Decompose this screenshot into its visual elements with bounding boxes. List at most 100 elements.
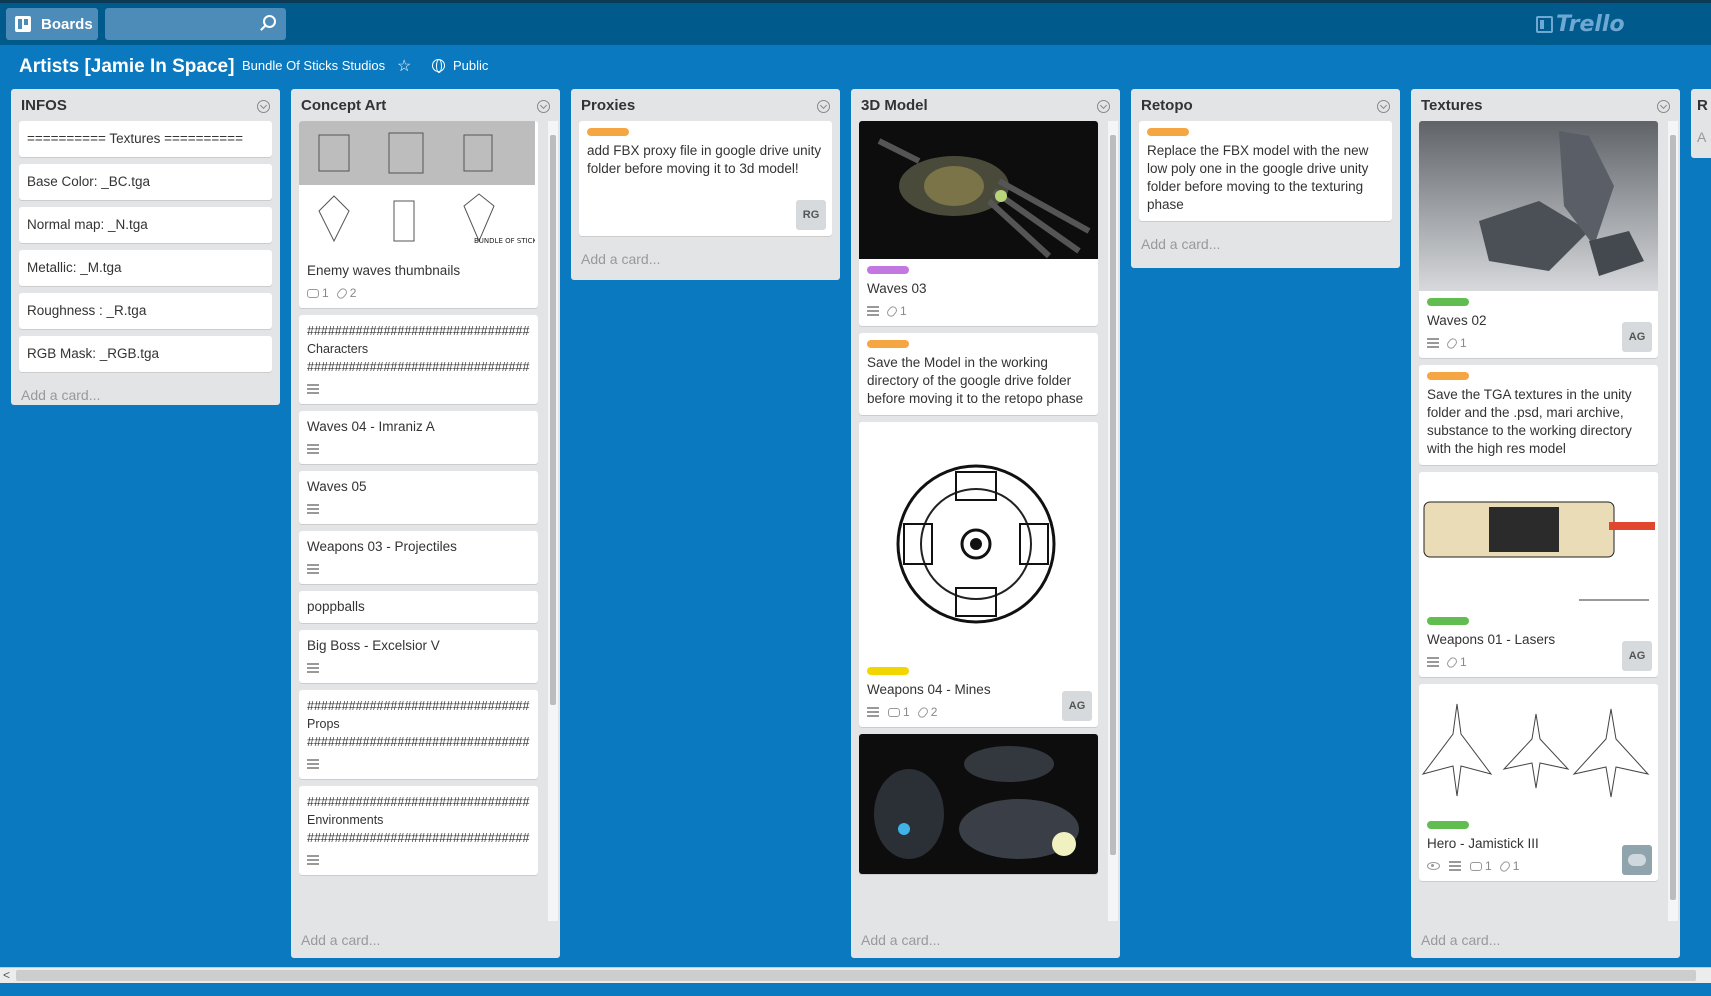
list-scrollbar[interactable] [1668,121,1678,921]
attachment-icon [885,304,899,318]
description-icon [1449,861,1461,871]
top-bar: Boards Trello [0,0,1711,45]
member-avatar[interactable]: RG [796,200,826,230]
list-title[interactable]: Retopo [1141,97,1193,114]
scroll-left-icon[interactable]: < [3,968,10,982]
list-card[interactable]: Big Boss - Excelsior V [299,630,538,683]
list-card[interactable]: add FBX proxy file in google drive unity… [579,121,832,236]
description-icon [867,306,879,316]
list-menu-icon[interactable] [1377,100,1390,113]
card-title: Waves 03 [867,281,927,296]
list-title[interactable]: 3D Model [861,97,928,114]
list-card[interactable]: Waves 05 [299,471,538,524]
list-card[interactable]: Waves 02 1 AG [1419,121,1658,358]
boards-icon [15,16,31,32]
list-card[interactable]: Roughness : _R.tga [19,293,272,329]
member-avatar-image[interactable] [1622,845,1652,875]
concept-sketch-image: BUNDLE OF STICKS [299,121,538,245]
member-avatar[interactable]: AG [1622,641,1652,671]
list-card[interactable]: Weapons 03 - Projectiles [299,531,538,584]
star-icon[interactable]: ☆ [397,56,411,76]
board-title[interactable]: Artists [Jamie In Space] [19,56,234,78]
list-card[interactable]: Weapons 04 - Mines 1 2 AG [859,422,1098,727]
list-card[interactable]: Weapons 01 - Lasers 1 AG [1419,472,1658,677]
boards-button[interactable]: Boards [6,8,98,40]
list-card[interactable]: Hero - Jamistick III 1 1 [1419,684,1658,881]
add-card-link[interactable]: Add a card... [571,243,840,273]
list-card[interactable] [859,734,1098,874]
spaceship-render-image [877,138,1091,259]
visibility-button[interactable]: Public [432,58,488,73]
list-title[interactable]: R [1697,97,1708,114]
card-label-green [1427,821,1469,829]
list-card[interactable]: RGB Mask: _RGB.tga [19,336,272,372]
card-title: RGB Mask: _RGB.tga [27,346,160,361]
laser-weapon-image [1423,501,1655,601]
search-icon[interactable] [263,15,276,28]
list-card[interactable]: Base Color: _BC.tga [19,164,272,200]
list-card[interactable]: Replace the FBX model with the new low p… [1139,121,1392,221]
list-card[interactable]: Save the Model in the working directory … [859,333,1098,415]
list-scrollbar[interactable] [1108,121,1118,921]
member-avatar[interactable]: AG [1622,322,1652,352]
card-title: ################################ Props #… [307,699,530,749]
list-menu-icon[interactable] [537,100,550,113]
description-icon [867,707,879,717]
list-card[interactable]: Waves 03 1 [859,121,1098,326]
card-title: ========== Textures ========== [27,131,243,146]
list-card[interactable]: ################################ Charact… [299,315,538,404]
board-horizontal-scrollbar[interactable]: < [0,967,1711,983]
list-title[interactable]: Proxies [581,97,635,114]
card-label-orange [1147,128,1189,136]
add-card-link[interactable]: Add a card... [851,924,1120,954]
list-card[interactable]: Save the TGA textures in the unity folde… [1419,365,1658,465]
list-menu-icon[interactable] [1657,100,1670,113]
card-title: Waves 02 [1427,313,1487,328]
attachment-icon [335,286,349,300]
boards-label: Boards [41,15,93,33]
list-infos: INFOS ========== Textures ========== Bas… [11,89,280,405]
search-input[interactable] [105,8,286,40]
list-card[interactable]: Normal map: _N.tga [19,207,272,243]
list-card[interactable]: poppballs [299,591,538,623]
add-card-link[interactable]: Add a card... [1131,228,1400,258]
card-title: Weapons 04 - Mines [867,682,991,697]
board-team-link[interactable]: Bundle Of Sticks Studios [242,58,385,73]
add-card-link[interactable]: Add a card... [11,379,280,409]
list-card[interactable]: Waves 04 - Imraniz A [299,411,538,464]
card-title: Waves 04 - Imraniz A [307,419,435,434]
list-concept-art: Concept Art BUNDLE OF STICKS Enemy waves… [291,89,560,958]
ships-render-image [874,746,1079,859]
add-card-link[interactable]: Add a card... [1411,924,1680,954]
list-3d-model: 3D Model Waves 03 1 Save the Model in th… [851,89,1120,958]
list-scrollbar[interactable] [548,121,558,921]
list-title[interactable]: Concept Art [301,97,386,114]
comment-count: 1 [1485,859,1492,873]
card-cover-hero [1419,684,1658,814]
list-card[interactable]: ################################ Props #… [299,690,538,779]
list-menu-icon[interactable] [1097,100,1110,113]
member-avatar[interactable]: AG [1062,691,1092,721]
list-card[interactable]: ################################ Environ… [299,786,538,875]
list-menu-icon[interactable] [817,100,830,113]
add-card-link[interactable]: A [1691,121,1711,151]
list-card[interactable]: ========== Textures ========== [19,121,272,157]
list-card[interactable]: Metallic: _M.tga [19,250,272,286]
card-label-orange [587,128,629,136]
attachment-count: 1 [1460,655,1467,669]
list-title[interactable]: INFOS [21,97,67,114]
card-cover-spaceship [859,121,1098,259]
add-card-link[interactable]: Add a card... [291,924,560,954]
card-title: Base Color: _BC.tga [27,174,151,189]
comment-count: 1 [903,705,910,719]
visibility-label: Public [453,58,489,73]
list-title[interactable]: Textures [1421,97,1482,114]
trello-logo[interactable]: Trello [1536,12,1625,37]
list-retopo: Retopo Replace the FBX model with the ne… [1131,89,1400,268]
list-menu-icon[interactable] [257,100,270,113]
attachment-count: 1 [1512,859,1520,873]
card-title: Replace the FBX model with the new low p… [1147,143,1369,212]
list-card[interactable]: BUNDLE OF STICKS Enemy waves thumbnails … [299,121,538,308]
attachment-count: 2 [930,705,938,719]
svg-text:BUNDLE OF STICKS: BUNDLE OF STICKS [474,237,535,245]
